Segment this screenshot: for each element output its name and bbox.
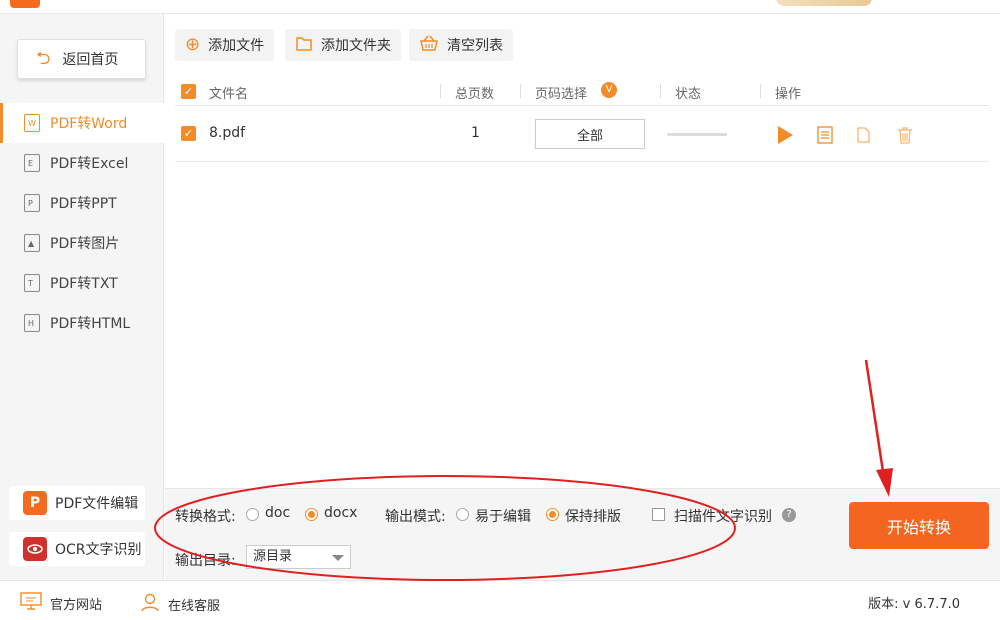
add-file-label: 添加文件	[208, 38, 265, 54]
trash-icon[interactable]	[895, 125, 915, 145]
page-select-input[interactable]: 全部	[535, 119, 645, 149]
sidebar-item-label: PDF转HTML	[50, 316, 131, 332]
mode-editable-label: 易于编辑	[475, 509, 531, 525]
page-select-vip-icon: V	[601, 82, 617, 98]
dir-label: 输出目录:	[175, 553, 236, 569]
sidebar-item-label: PDF转图片	[50, 236, 120, 252]
row-checkbox[interactable]: ✓	[181, 126, 196, 141]
header-divider	[440, 84, 441, 98]
user-headset-icon	[140, 592, 160, 616]
add-folder-label: 添加文件夹	[321, 38, 391, 54]
row-filename: 8.pdf	[209, 125, 246, 141]
add-file-button[interactable]: ⊕ 添加文件	[175, 29, 275, 61]
help-icon[interactable]: ?	[782, 508, 796, 522]
main-panel: ⊕ 添加文件 添加文件夹 清空列表 ✓ 文件名 总页数 页码选择 V 状态 操作…	[165, 14, 1000, 488]
header-filename: 文件名	[209, 87, 249, 102]
sidebar-item-pdf-to-ppt[interactable]: P PDF转PPT	[0, 183, 164, 223]
select-all-checkbox[interactable]: ✓	[181, 84, 196, 99]
play-icon[interactable]	[775, 125, 795, 145]
sidebar-item-label: PDF转TXT	[50, 276, 118, 292]
start-convert-button[interactable]: 开始转换	[849, 502, 989, 549]
chevron-down-icon	[332, 555, 344, 561]
mode-keep-layout-radio[interactable]	[546, 508, 559, 521]
ppt-doc-icon: P	[24, 194, 40, 212]
ocr-label: OCR文字识别	[55, 542, 142, 558]
header-actions: 操作	[775, 87, 802, 102]
table-row[interactable]: ✓ 8.pdf 1 全部	[175, 107, 989, 162]
ocr-button[interactable]: OCR文字识别	[9, 532, 145, 566]
mode-editable-radio[interactable]	[456, 508, 469, 521]
pdf-edit-label: PDF文件编辑	[55, 496, 139, 512]
table-header: ✓ 文件名 总页数 页码选择 V 状态 操作	[175, 78, 989, 106]
mode-keep-layout-label: 保持排版	[565, 509, 621, 525]
website-label: 官方网站	[50, 597, 103, 613]
header-divider	[660, 84, 661, 98]
document-icon[interactable]	[815, 125, 835, 145]
pdf-edit-icon: P	[23, 491, 47, 515]
home-button[interactable]: ⮌ 返回首页	[17, 39, 146, 79]
txt-doc-icon: T	[24, 274, 40, 292]
clear-list-button[interactable]: 清空列表	[409, 29, 513, 61]
sidebar-item-label: PDF转PPT	[50, 196, 117, 212]
ocr-scan-checkbox[interactable]	[652, 508, 665, 521]
header-status: 状态	[675, 87, 702, 102]
pdf-edit-button[interactable]: P PDF文件编辑	[9, 486, 145, 520]
home-button-label: 返回首页	[62, 52, 119, 68]
header-divider	[760, 84, 761, 98]
format-label: 转换格式:	[175, 509, 236, 525]
header-divider	[520, 84, 521, 98]
title-bar	[0, 0, 1000, 14]
sidebar-item-pdf-to-word[interactable]: W PDF转Word	[0, 103, 164, 143]
website-link[interactable]: 官方网站	[20, 592, 102, 614]
add-folder-button[interactable]: 添加文件夹	[285, 29, 401, 61]
folder-icon	[295, 34, 313, 56]
output-dir-select[interactable]: 源目录	[246, 545, 351, 569]
version-text: 版本: v 6.7.7.0	[868, 597, 960, 612]
ocr-scan-label: 扫描件文字识别	[674, 509, 772, 525]
format-doc-label: doc	[265, 505, 291, 521]
clear-list-label: 清空列表	[447, 38, 503, 54]
sidebar-item-pdf-to-excel[interactable]: E PDF转Excel	[0, 143, 164, 183]
sidebar-item-pdf-to-txt[interactable]: T PDF转TXT	[0, 263, 164, 303]
support-link[interactable]: 在线客服	[140, 592, 220, 616]
sidebar-item-label: PDF转Excel	[50, 156, 129, 172]
html-doc-icon: H	[24, 314, 40, 332]
row-pages: 1	[471, 125, 480, 141]
format-doc-radio[interactable]	[246, 508, 259, 521]
image-doc-icon: ▲	[24, 234, 40, 252]
support-label: 在线客服	[168, 598, 221, 614]
footer: 官方网站 在线客服 版本: v 6.7.7.0	[0, 580, 1000, 620]
status-progress-bar	[667, 133, 727, 136]
folder-open-icon[interactable]	[855, 125, 875, 145]
mode-label: 输出模式:	[385, 509, 446, 525]
back-arrow-icon: ⮌	[36, 48, 51, 69]
sidebar-item-pdf-to-image[interactable]: ▲ PDF转图片	[0, 223, 164, 263]
vip-button[interactable]	[776, 0, 872, 6]
sidebar: ⮌ 返回首页 W PDF转Word E PDF转Excel P PDF转PPT …	[0, 14, 164, 580]
app-logo-icon	[10, 0, 40, 8]
plus-circle-icon: ⊕	[185, 34, 201, 55]
sidebar-item-label: PDF转Word	[50, 116, 128, 132]
format-docx-radio[interactable]	[305, 508, 318, 521]
monitor-icon	[20, 592, 42, 614]
header-pages: 总页数	[455, 87, 495, 102]
format-docx-label: docx	[324, 505, 358, 521]
options-panel: 转换格式: doc docx 输出模式: 易于编辑 保持排版 扫描件文字识别 ?…	[165, 488, 1000, 580]
basket-icon	[419, 34, 439, 56]
sidebar-item-pdf-to-html[interactable]: H PDF转HTML	[0, 303, 164, 343]
eye-icon	[23, 537, 47, 561]
output-dir-value: 源目录	[253, 549, 293, 564]
excel-doc-icon: E	[24, 154, 40, 172]
header-page-select: 页码选择	[535, 87, 588, 102]
word-doc-icon: W	[24, 114, 40, 132]
